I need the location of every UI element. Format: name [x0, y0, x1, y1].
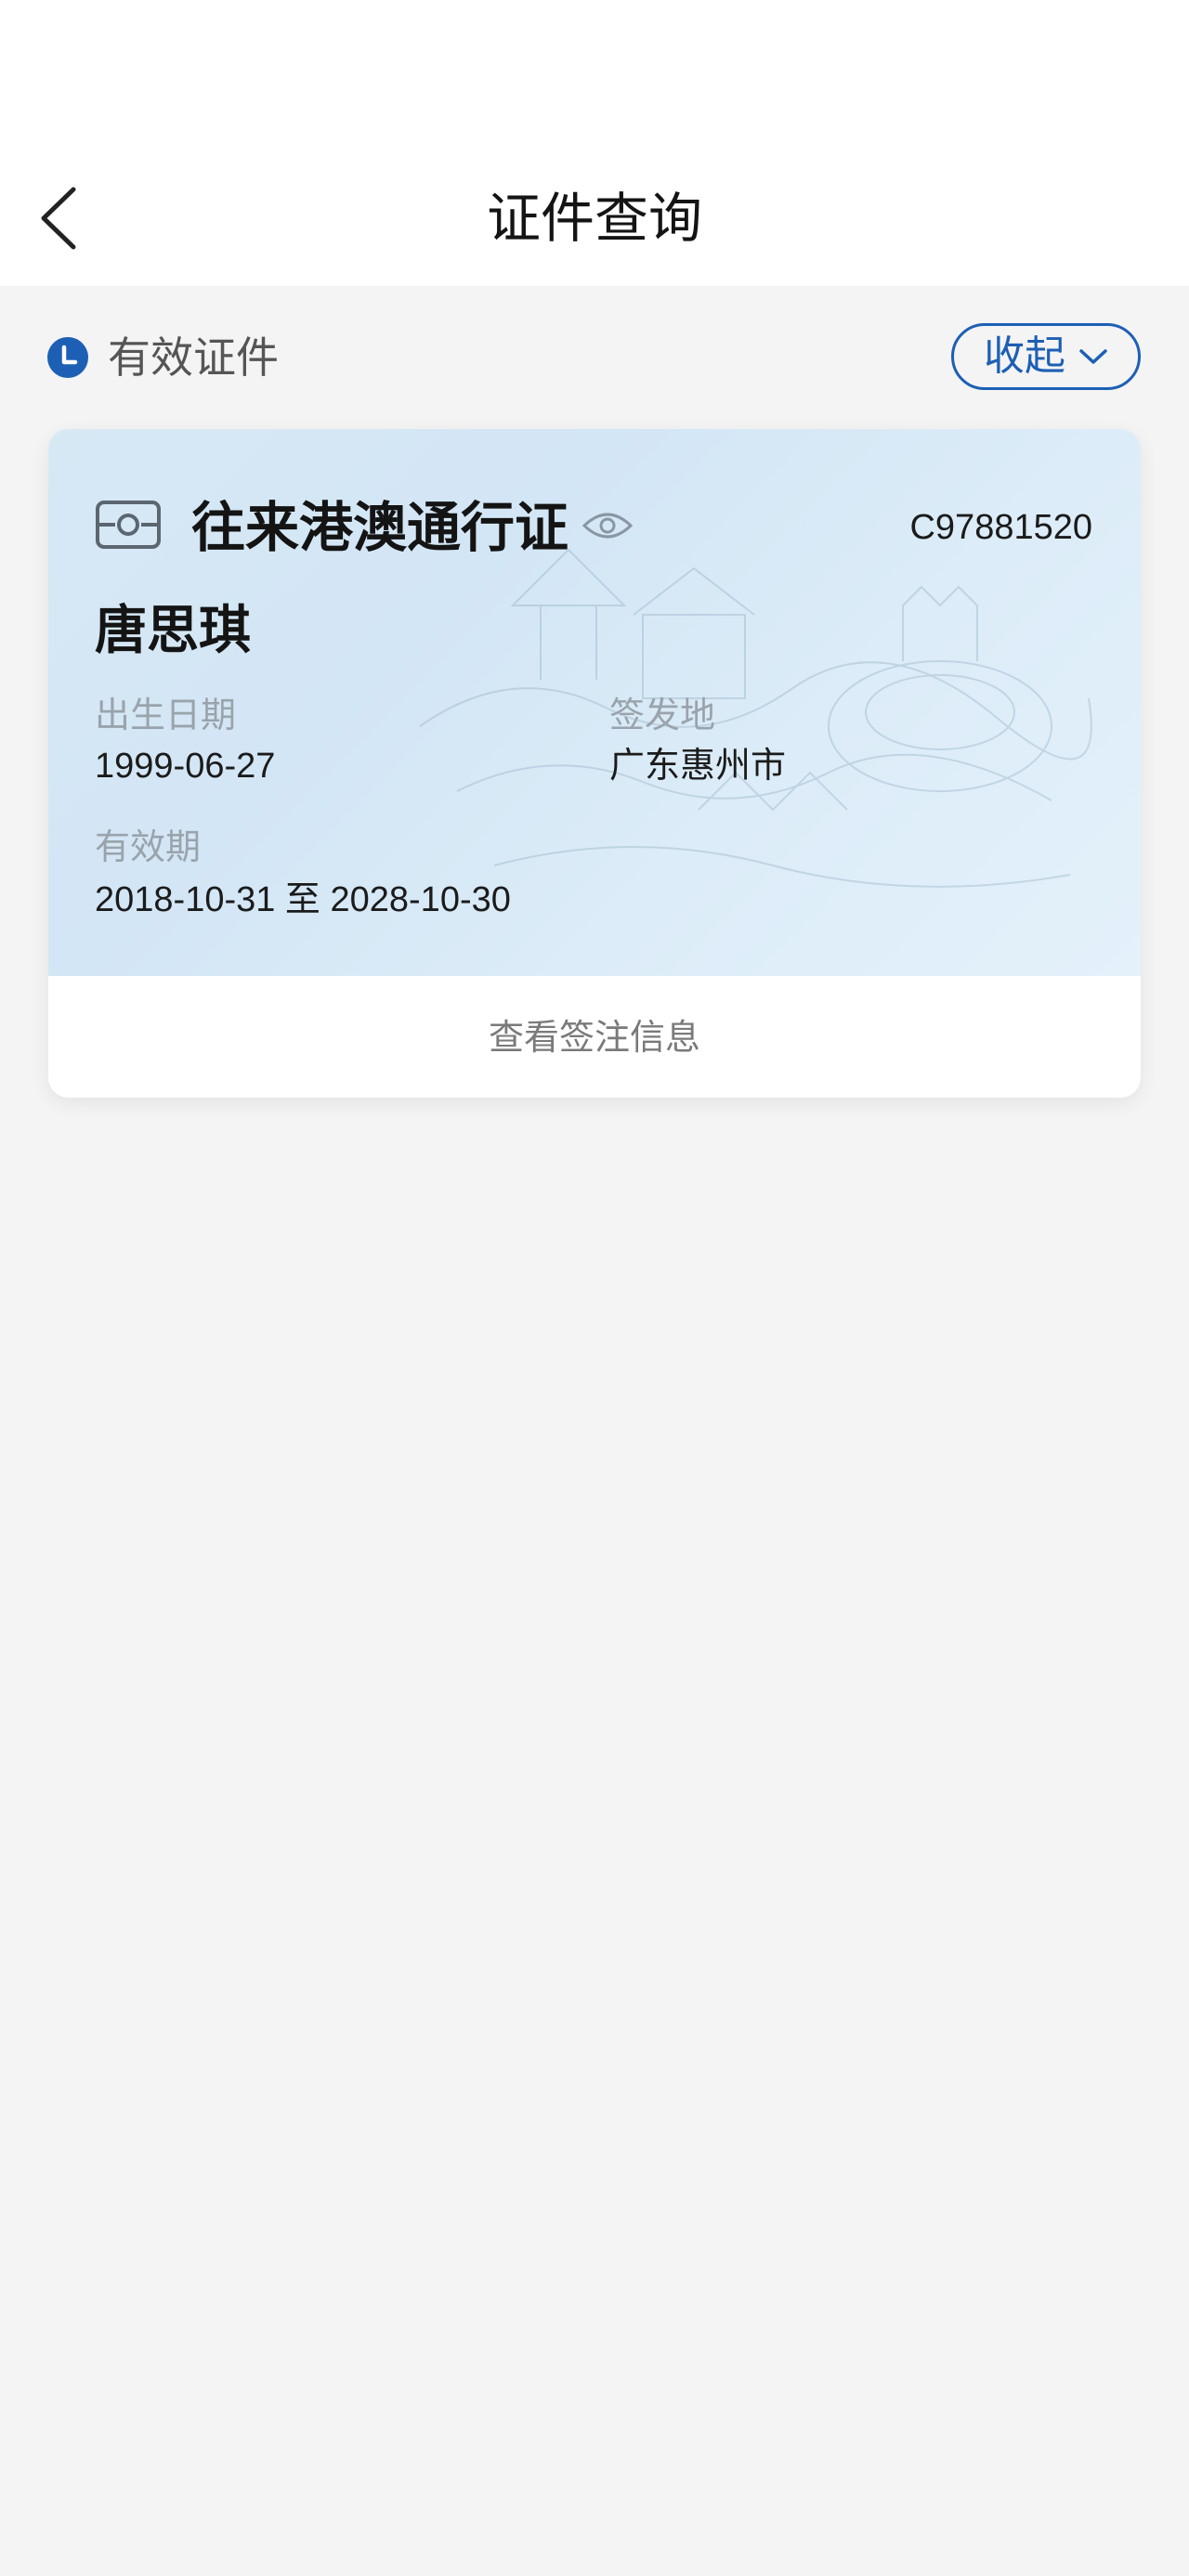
validity-label: 有效期 — [95, 826, 202, 867]
birth-date-value: 1999-06-27 — [95, 747, 276, 786]
issue-place-label: 签发地 — [609, 695, 716, 735]
holder-name: 唐思琪 — [95, 601, 251, 661]
collapse-button[interactable]: 收起 — [951, 323, 1141, 390]
eye-icon[interactable] — [581, 509, 634, 542]
birth-date-label: 出生日期 — [95, 695, 237, 735]
section-header: 有效证件 收起 — [0, 286, 1189, 425]
card-face[interactable]: 往来港澳通行证 C97881520 唐思琪 出生日期 1999-06-27 签发… — [48, 429, 1141, 976]
section-label: 有效证件 — [108, 332, 279, 383]
document-type: 往来港澳通行证 — [191, 496, 569, 559]
clock-icon — [47, 337, 88, 378]
id-card-icon — [96, 501, 161, 549]
view-endorsement-label: 查看签注信息 — [488, 1016, 700, 1058]
page-title: 证件查询 — [486, 187, 702, 250]
app-header: 证件查询 — [0, 0, 1189, 286]
issue-place-value: 广东惠州市 — [609, 747, 787, 786]
view-endorsement-button[interactable]: 查看签注信息 — [48, 976, 1141, 1098]
chevron-down-icon — [1079, 349, 1107, 364]
validity-value: 2018-10-31 至 2028-10-30 — [95, 880, 511, 919]
document-card: 往来港澳通行证 C97881520 唐思琪 出生日期 1999-06-27 签发… — [48, 429, 1141, 1098]
collapse-label: 收起 — [984, 332, 1065, 380]
document-number: C97881520 — [909, 508, 1092, 547]
